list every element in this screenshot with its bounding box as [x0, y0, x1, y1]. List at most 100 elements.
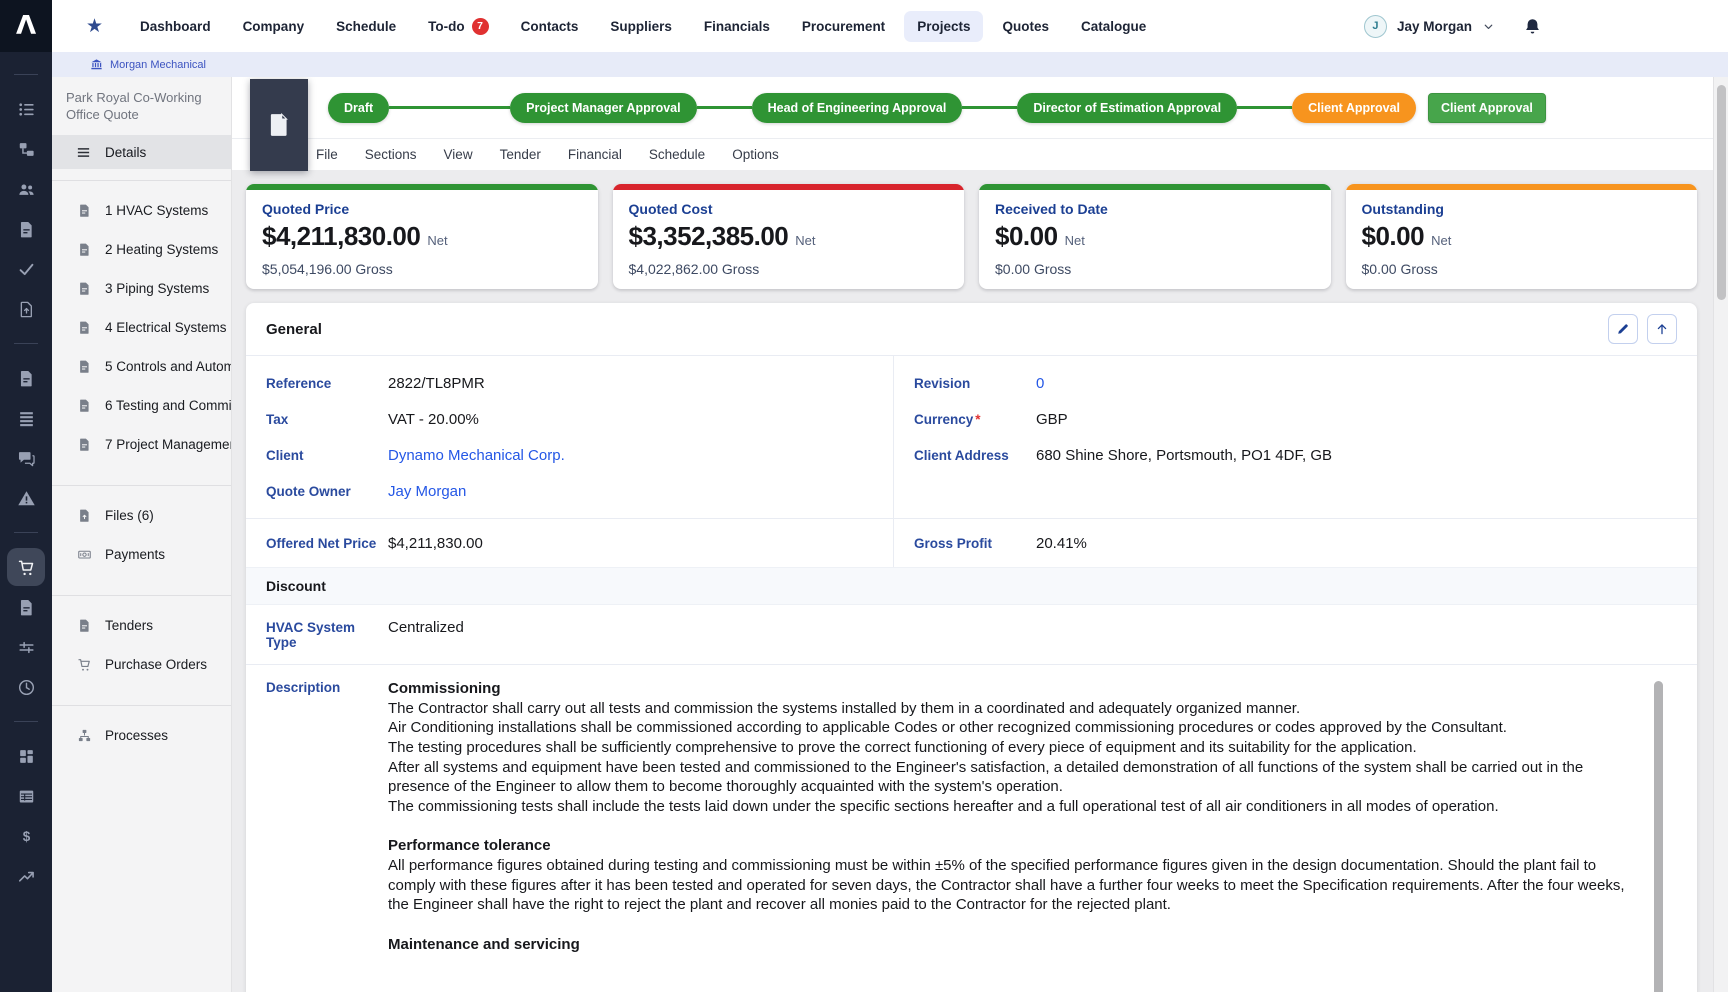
menu-options[interactable]: Options — [732, 147, 779, 162]
hierarchy-icon[interactable] — [7, 130, 45, 168]
notifications-bell-icon[interactable] — [1523, 17, 1542, 36]
collapse-button[interactable] — [1647, 314, 1677, 344]
nav-procurement[interactable]: Procurement — [789, 11, 898, 42]
breadcrumb-company[interactable]: Morgan Mechanical — [110, 59, 206, 71]
field-label: Currency* — [914, 411, 1036, 427]
sidebar-item-project-management[interactable]: 7 Project Management — [52, 425, 231, 464]
document-icon[interactable] — [7, 210, 45, 248]
list-icon[interactable] — [7, 90, 45, 128]
page-scrollbar-thumb[interactable] — [1717, 85, 1726, 300]
nav-quotes[interactable]: Quotes — [989, 11, 1062, 42]
sidebar-item-purchase-orders[interactable]: Purchase Orders — [52, 645, 231, 684]
rail-divider — [14, 721, 38, 722]
grid-icon[interactable] — [7, 737, 45, 775]
nav-todo[interactable]: To-do7 — [415, 10, 501, 43]
field-label: HVAC System Type — [266, 619, 388, 650]
breadcrumb[interactable]: Morgan Mechanical — [90, 58, 206, 71]
file-upload-icon[interactable] — [7, 290, 45, 328]
kpi-title: Quoted Cost — [629, 201, 949, 217]
document-icon[interactable] — [7, 588, 45, 626]
workflow-step-draft[interactable]: Draft — [328, 93, 389, 123]
file-icon — [77, 320, 92, 335]
favorite-star-icon[interactable]: ★ — [86, 17, 103, 36]
sidebar-item-heating-systems[interactable]: 2 Heating Systems — [52, 230, 231, 269]
nav-catalogue[interactable]: Catalogue — [1068, 11, 1159, 42]
people-icon[interactable] — [7, 170, 45, 208]
edit-button[interactable] — [1608, 314, 1638, 344]
client-link[interactable]: Dynamo Mechanical Corp. — [388, 447, 565, 464]
app-logo[interactable]: Λ — [0, 0, 52, 52]
revision-link[interactable]: 0 — [1036, 375, 1044, 392]
description-scrollbar-thumb[interactable] — [1654, 681, 1663, 992]
cart-icon-active[interactable] — [7, 548, 45, 586]
workflow-step-pm-approval[interactable]: Project Manager Approval — [510, 93, 696, 123]
client-approval-button[interactable]: Client Approval — [1428, 93, 1546, 123]
arrow-up-icon — [1655, 322, 1669, 336]
nav-suppliers[interactable]: Suppliers — [597, 11, 685, 42]
table-icon[interactable] — [7, 777, 45, 815]
sidebar-item-details-active[interactable]: Details — [52, 135, 231, 169]
file-icon — [77, 203, 92, 218]
dollar-icon[interactable] — [7, 817, 45, 855]
kpi-title: Received to Date — [995, 201, 1315, 217]
field-client: Client Dynamo Mechanical Corp. — [246, 437, 893, 473]
description-text[interactable]: Commissioning The Contractor shall carry… — [388, 679, 1643, 992]
sidebar-item-electrical-systems[interactable]: 4 Electrical Systems — [52, 308, 231, 347]
field-label: Client Address — [914, 447, 1036, 463]
trend-icon[interactable] — [7, 857, 45, 895]
nav-projects-active[interactable]: Projects — [904, 11, 983, 42]
kpi-net-value: $4,211,830.00 — [262, 221, 420, 252]
file-icon — [77, 242, 92, 257]
sidebar-item-tenders[interactable]: Tenders — [52, 606, 231, 645]
general-card-title: General — [266, 321, 322, 338]
file-upload-icon — [77, 508, 92, 523]
nav-dashboard[interactable]: Dashboard — [127, 11, 224, 42]
chat-icon[interactable] — [7, 439, 45, 477]
field-label: Description — [266, 679, 388, 992]
menu-schedule[interactable]: Schedule — [649, 147, 705, 162]
rows-icon[interactable] — [7, 399, 45, 437]
sidebar-item-piping-systems[interactable]: 3 Piping Systems — [52, 269, 231, 308]
chevron-down-icon[interactable] — [1482, 20, 1495, 33]
top-navigation: ★ Dashboard Company Schedule To-do7 Cont… — [52, 0, 1728, 52]
nav-financials[interactable]: Financials — [691, 11, 783, 42]
workflow-step-client-approval[interactable]: Client Approval — [1292, 93, 1416, 123]
process-icon — [77, 728, 92, 743]
kpi-net-label: Net — [1065, 233, 1085, 248]
nav-schedule[interactable]: Schedule — [323, 11, 409, 42]
user-avatar[interactable]: J — [1364, 15, 1387, 38]
user-name[interactable]: Jay Morgan — [1397, 19, 1472, 34]
quote-document-tile[interactable] — [250, 79, 308, 171]
workflow-connector — [1237, 106, 1292, 109]
money-icon — [77, 547, 92, 562]
sidebar-item-files[interactable]: Files (6) — [52, 496, 231, 535]
sidebar-item-testing-commissioning[interactable]: 6 Testing and Commissioning — [52, 386, 231, 425]
sidebar-item-controls-automation[interactable]: 5 Controls and Automation — [52, 347, 231, 386]
page-scrollbar[interactable] — [1713, 77, 1728, 992]
menu-financial[interactable]: Financial — [568, 147, 622, 162]
quote-owner-link[interactable]: Jay Morgan — [388, 483, 466, 500]
clock-icon[interactable] — [7, 668, 45, 706]
warning-icon[interactable] — [7, 479, 45, 517]
menu-sections[interactable]: Sections — [365, 147, 417, 162]
nav-contacts[interactable]: Contacts — [508, 11, 592, 42]
field-offered-net-price: Offered Net Price $4,211,830.00 — [246, 525, 893, 561]
document-icon[interactable] — [7, 359, 45, 397]
description-scrollbar[interactable] — [1654, 681, 1663, 992]
sidebar-sections-group: 1 HVAC Systems 2 Heating Systems 3 Pipin… — [52, 180, 231, 474]
sidebar-item-payments[interactable]: Payments — [52, 535, 231, 574]
adjustments-icon[interactable] — [7, 628, 45, 666]
field-label: Quote Owner — [266, 483, 388, 499]
check-icon[interactable] — [7, 250, 45, 288]
nav-items: Dashboard Company Schedule To-do7 Contac… — [127, 10, 1159, 43]
menu-tender[interactable]: Tender — [500, 147, 541, 162]
sidebar-item-processes[interactable]: Processes — [52, 716, 231, 755]
approval-workflow: Draft Project Manager Approval Head of E… — [310, 77, 1416, 138]
menu-file[interactable]: File — [316, 147, 338, 162]
nav-company[interactable]: Company — [230, 11, 318, 42]
discount-section-header[interactable]: Discount — [246, 567, 1697, 605]
workflow-step-engineering-approval[interactable]: Head of Engineering Approval — [752, 93, 963, 123]
menu-view[interactable]: View — [444, 147, 473, 162]
sidebar-item-hvac-systems[interactable]: 1 HVAC Systems — [52, 191, 231, 230]
workflow-step-estimation-approval[interactable]: Director of Estimation Approval — [1017, 93, 1237, 123]
